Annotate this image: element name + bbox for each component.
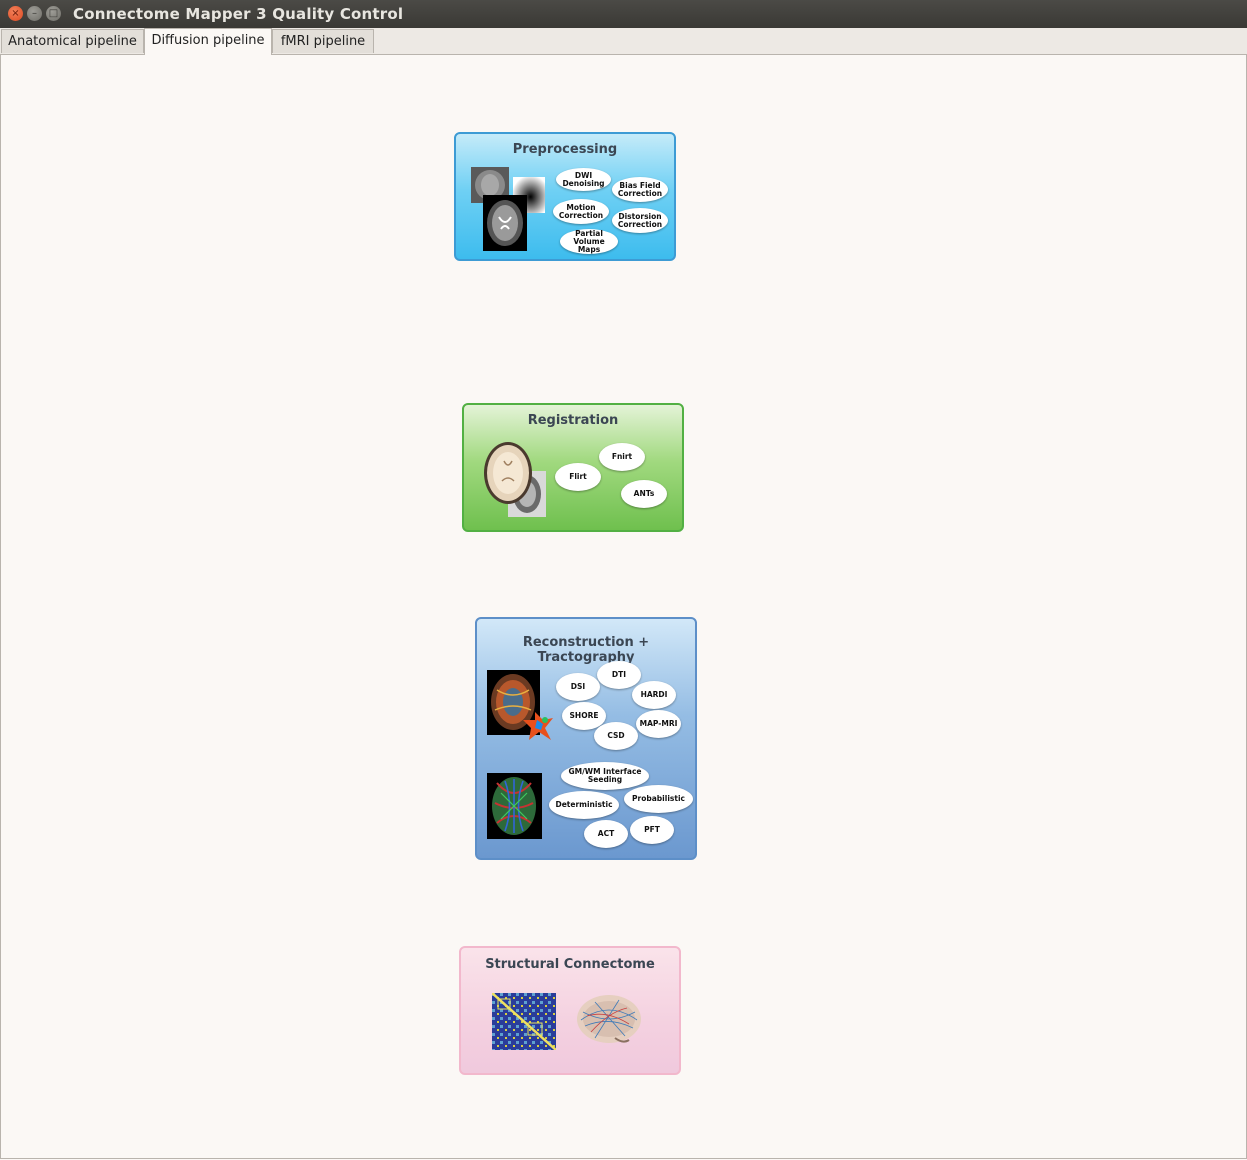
connectome-brain-image: [577, 995, 641, 1043]
option-dti: DTI: [597, 661, 641, 689]
tab-bar: Anatomical pipeline Diffusion pipeline f…: [0, 28, 1247, 55]
structural-connectome-stage-button[interactable]: Structural Connectome: [459, 946, 681, 1075]
tractography-brain-image: [487, 773, 542, 839]
option-map-mri: MAP-MRI: [636, 710, 681, 738]
option-dwi-denoising: DWI Denoising: [556, 168, 611, 191]
option-partial-volume-maps: Partial Volume Maps: [560, 229, 618, 254]
reconstruction-tractography-stage-button[interactable]: Reconstruction + Tractography DTI DSI HA…: [475, 617, 697, 860]
option-bias-field-correction: Bias Field Correction: [612, 177, 668, 202]
minimize-window-button[interactable]: –: [27, 6, 42, 21]
connectivity-matrix-image: [492, 993, 556, 1050]
option-deterministic: Deterministic: [549, 791, 619, 819]
maximize-window-button[interactable]: □: [46, 6, 61, 21]
minimize-icon: –: [32, 8, 37, 19]
option-distorsion-correction: Distorsion Correction: [612, 208, 668, 233]
connectome-stage-title: Structural Connectome: [485, 957, 655, 972]
tab-anatomical-pipeline[interactable]: Anatomical pipeline: [1, 29, 144, 53]
option-ants: ANTs: [621, 480, 667, 508]
close-icon: ×: [11, 8, 20, 19]
reconstruction-stage-title: Reconstruction + Tractography: [522, 635, 650, 665]
registration-stage-title: Registration: [527, 413, 619, 428]
registration-brain-image: [484, 442, 546, 517]
option-fnirt: Fnirt: [599, 443, 645, 471]
window-title: Connectome Mapper 3 Quality Control: [73, 5, 404, 23]
option-csd: CSD: [594, 722, 638, 750]
dwi-brain-image: [471, 167, 545, 251]
option-motion-correction: Motion Correction: [553, 199, 609, 224]
option-dsi: DSI: [556, 673, 600, 701]
option-act: ACT: [584, 820, 628, 848]
reconstruction-brain-image: [487, 670, 553, 740]
close-window-button[interactable]: ×: [8, 6, 23, 21]
preprocessing-stage-button[interactable]: Preprocessing DWI Denoising Bias Field C…: [454, 132, 676, 261]
window-titlebar: × – □ Connectome Mapper 3 Quality Contro…: [0, 0, 1247, 28]
option-pft: PFT: [630, 816, 674, 844]
option-probabilistic: Probabilistic: [624, 785, 693, 813]
option-gm-wm-interface-seeding: GM/WM Interface Seeding: [561, 762, 649, 790]
preprocessing-stage-title: Preprocessing: [512, 142, 618, 157]
option-flirt: Flirt: [555, 463, 601, 491]
tab-diffusion-pipeline[interactable]: Diffusion pipeline: [144, 28, 272, 55]
registration-stage-button[interactable]: Registration Fnirt Flirt ANTs: [462, 403, 684, 532]
maximize-icon: □: [48, 8, 59, 19]
tab-fmri-pipeline[interactable]: fMRI pipeline: [272, 29, 374, 53]
option-hardi: HARDI: [632, 681, 676, 709]
